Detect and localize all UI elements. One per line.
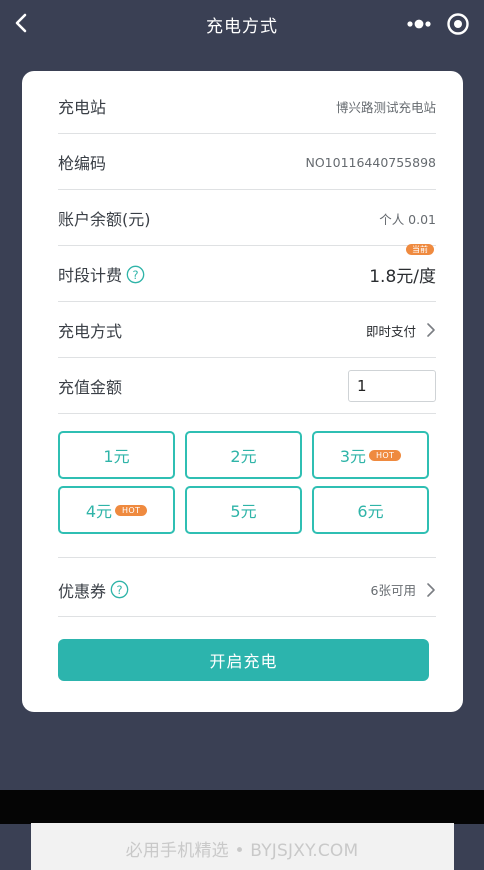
options-divider [58, 557, 436, 558]
more-icon[interactable] [402, 12, 436, 36]
balance-row: 账户余额(元) 个人 0.01 [58, 191, 436, 246]
coupon-value: 6张可用 [370, 583, 416, 598]
coupon-label-wrap: 优惠券 ? [58, 578, 129, 602]
target-icon[interactable] [446, 12, 470, 36]
amount-option-label: 1元 [103, 447, 130, 466]
station-value: 博兴路测试充电站 [335, 99, 436, 115]
amount-option-label: 5元 [230, 502, 257, 521]
back-icon[interactable] [12, 10, 32, 36]
charge-method-label: 充电方式 [58, 322, 123, 341]
gun-label: 枪编码 [58, 154, 107, 173]
amount-option-5[interactable]: 5元 [185, 486, 302, 534]
current-badge: 当前 [406, 243, 434, 255]
start-charging-button[interactable]: 开启充电 [58, 639, 429, 681]
coupon-label: 优惠券 [58, 581, 107, 601]
svg-text:?: ? [132, 267, 138, 281]
price-wrap: 当前 1.8元/度 [369, 243, 436, 287]
gun-value: NO10116440755898 [305, 154, 436, 170]
chevron-right-icon [427, 582, 435, 597]
amount-option-2[interactable]: 2元 [185, 431, 302, 479]
hot-badge: HOT [115, 504, 148, 516]
amount-option-label: 2元 [230, 447, 257, 466]
gun-row: 枪编码 NO10116440755898 [58, 135, 436, 190]
amount-options: 1元 2元 3元 HOT 4元 HOT 5元 6元 [58, 431, 430, 535]
recharge-row: 充值金额 [58, 359, 436, 414]
bottom-black-bar [0, 790, 484, 824]
watermark-text: 必用手机精选 • BYJSJXY.COM [125, 841, 359, 861]
coupon-select[interactable]: 6张可用 [371, 580, 436, 599]
amount-option-6[interactable]: 6元 [312, 486, 429, 534]
coupon-row[interactable]: 优惠券 ? 6张可用 [58, 563, 436, 617]
amount-option-4[interactable]: 4元 HOT [58, 486, 175, 534]
amount-option-3[interactable]: 3元 HOT [312, 431, 429, 479]
amount-option-1[interactable]: 1元 [58, 431, 175, 479]
fee-label-wrap: 时段计费 ? [58, 262, 145, 286]
amount-option-label: 4元 [85, 502, 113, 521]
hot-badge: HOT [369, 449, 402, 461]
help-icon[interactable]: ? [110, 580, 129, 599]
station-label: 充电站 [58, 98, 107, 117]
help-icon[interactable]: ? [126, 265, 145, 284]
charge-method-select[interactable]: 即时支付 [366, 321, 436, 340]
amount-option-label: 6元 [357, 502, 384, 521]
balance-label: 账户余额(元) [58, 210, 151, 229]
recharge-label: 充值金额 [58, 378, 123, 397]
charge-card: 充电站 博兴路测试充电站 枪编码 NO10116440755898 账户余额(元… [22, 71, 463, 712]
balance-value: 个人 0.01 [379, 211, 436, 227]
station-row: 充电站 博兴路测试充电站 [58, 79, 436, 134]
fee-row: 时段计费 ? 当前 1.8元/度 [58, 243, 436, 302]
charge-method-row[interactable]: 充电方式 即时支付 [58, 303, 436, 358]
page-title: 充电方式 [206, 16, 278, 37]
fee-price: 1.8元/度 [369, 266, 436, 287]
amount-option-label: 3元 [339, 447, 367, 466]
svg-text:?: ? [116, 583, 122, 597]
fee-label: 时段计费 [58, 266, 123, 285]
charge-method-value: 即时支付 [365, 323, 416, 339]
chevron-right-icon [427, 323, 435, 337]
recharge-amount-input[interactable] [348, 370, 436, 402]
nav-bar: 充电方式 [0, 0, 484, 48]
